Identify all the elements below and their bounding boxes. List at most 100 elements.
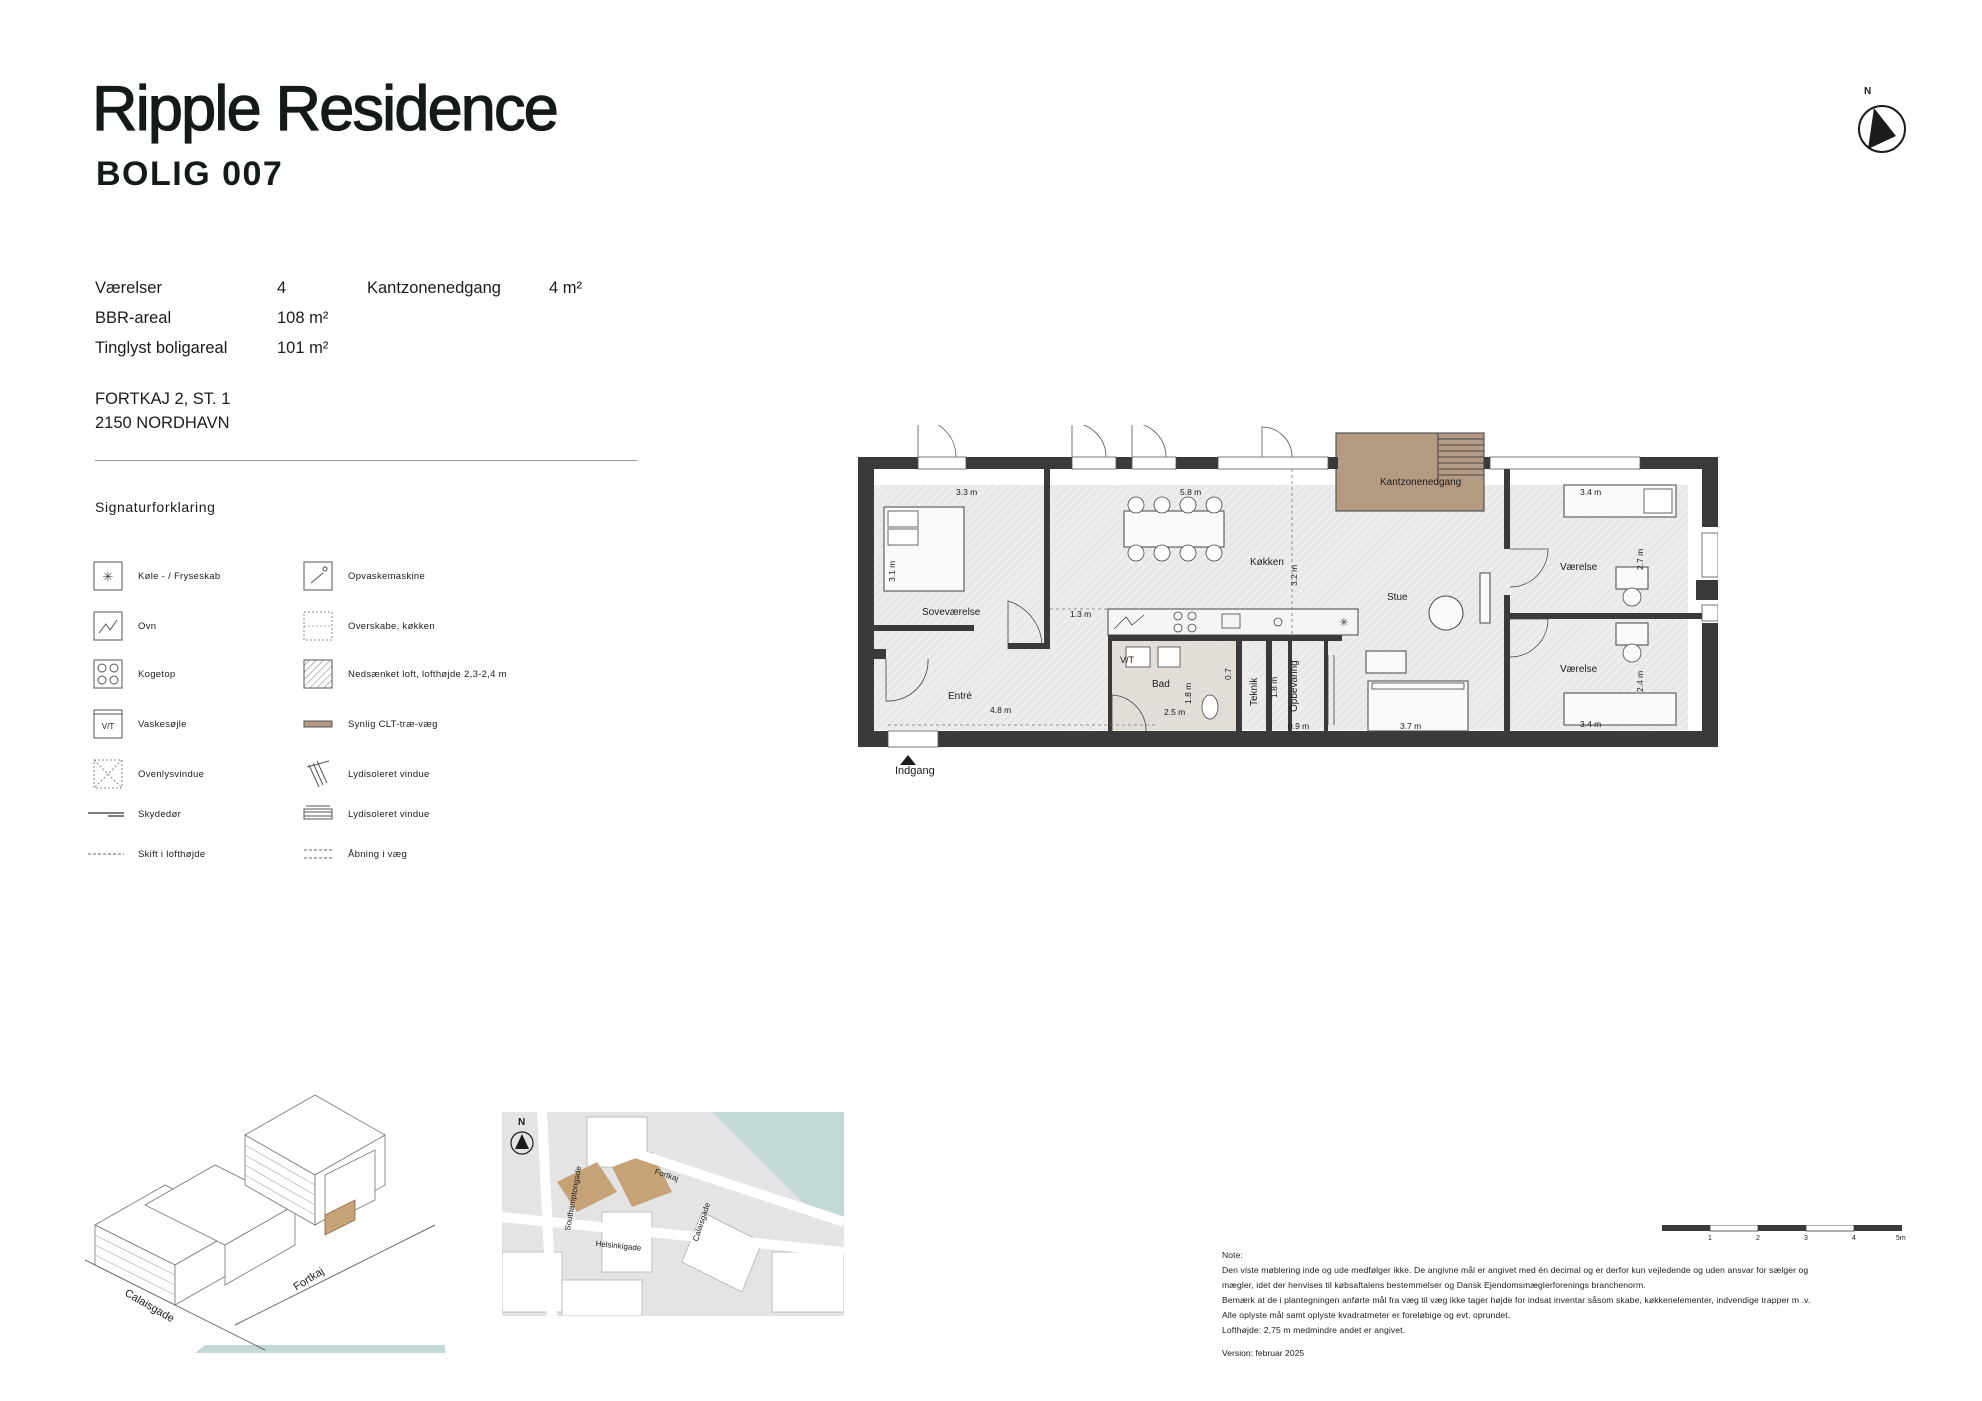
vt-label: V/T (1120, 655, 1135, 665)
oven-icon (92, 610, 124, 642)
kantzone-value: 4 m² (549, 279, 582, 297)
legend-label: Nedsænket loft, lofthøjde 2,3-2,4 m (348, 668, 507, 680)
svg-text:✳: ✳ (1339, 617, 1348, 629)
soundproof-window-2-icon (302, 798, 334, 830)
tinglyst-value: 101 m² (277, 339, 329, 357)
dim-label: 3.4 m (1580, 487, 1602, 497)
legend-label: Åbning i væg (348, 848, 408, 860)
room-label-sovevaerelse: Soveværelse (922, 607, 981, 618)
dim-label: 3.2 m (1289, 564, 1299, 586)
room-label-kantzone: Kantzonenedgang (1380, 477, 1462, 488)
scale-bar (1662, 1225, 1902, 1232)
room-label-teknik: Teknik (1249, 677, 1260, 706)
room-label-entre: Entré (948, 691, 972, 702)
legend-title: Signaturforklaring (95, 499, 216, 515)
sliding-door-icon (88, 798, 124, 830)
room-label-opbevaring: Opbevaring (1289, 660, 1300, 712)
building-axonometric (85, 1094, 445, 1353)
dim-label: 1.3 m (1070, 609, 1092, 619)
dim-label: 2.5 m (1164, 707, 1186, 717)
legend-item-lowered-ceiling: Nedsænket loft, lofthøjde 2,3-2,4 m (302, 658, 507, 690)
vt-text: V/T (101, 721, 115, 731)
scale-tick: 5m (1896, 1235, 1906, 1242)
dim-label: 2.7 m (1635, 548, 1645, 570)
legend-label: Skift i lofthøjde (138, 848, 206, 860)
legend-label: Lydisoleret vindue (348, 808, 430, 820)
washer-dryer-icon: V/T (92, 708, 124, 740)
legend-item-oven: Ovn (92, 610, 156, 642)
kantzone-label: Kantzonenedgang (367, 279, 501, 297)
unit-title: BOLIG 007 (96, 155, 284, 193)
room-label-bad: Bad (1152, 679, 1170, 690)
bbr-value: 108 m² (277, 309, 329, 327)
dim-label: 0.9 m (1288, 721, 1310, 731)
legend-item-soundproof-window-2: Lydisoleret vindue (302, 798, 430, 830)
skylight-icon (92, 758, 124, 790)
project-title: Ripple Residence (91, 74, 559, 144)
scale-tick: 4 (1852, 1235, 1856, 1242)
legend-item-cooktop: Kogetop (92, 658, 176, 690)
notes: Note: Den viste møblering inde og ude me… (1222, 1248, 1810, 1338)
dim-label: 3.4 m (1580, 719, 1602, 729)
svg-text:✳: ✳ (103, 569, 114, 584)
dim-label: 3.7 m (1400, 721, 1422, 731)
legend-label: Opvaskemaskine (348, 570, 426, 582)
room-label-koekken: Køkken (1250, 557, 1284, 568)
dim-label: 3.3 m (956, 487, 978, 497)
rooms-label: Værelser (95, 279, 162, 297)
legend-item-sliding-door: Skydedør (88, 798, 182, 830)
scale-tick: 1 (1708, 1235, 1712, 1242)
tinglyst-label: Tinglyst boligareal (95, 339, 228, 357)
scale-tick: 2 (1756, 1235, 1760, 1242)
legend-item-upper-cabinet: Overskabe, køkken (302, 610, 435, 642)
dim-label: 2.4 m (1635, 670, 1645, 692)
legend-label: Ovenlysvindue (138, 768, 205, 780)
legend-item-washer: V/T Vaskesøjle (92, 708, 187, 740)
notes-line: Lofthøjde: 2,75 m medmindre andet er ang… (1222, 1325, 1406, 1335)
dishwasher-icon (302, 560, 334, 592)
ceiling-height-change-icon (88, 838, 124, 870)
upper-cabinet-icon (302, 610, 334, 642)
dim-label: 5.8 m (1180, 487, 1202, 497)
map-north-label: N (518, 1117, 526, 1128)
rooms-value: 4 (277, 279, 287, 297)
legend-label: Ovn (138, 620, 157, 632)
legend-item-soundproof-window: Lydisoleret vindue (302, 758, 430, 790)
dim-label: 3.1 m (887, 560, 897, 582)
map-north-arrow-icon (510, 1131, 534, 1155)
fridge-freezer-icon: ✳ (92, 560, 124, 592)
legend-label: Lydisoleret vindue (348, 768, 430, 780)
legend-label: Skydedør (138, 808, 182, 820)
scale-tick: 3 (1804, 1235, 1808, 1242)
address: FORTKAJ 2, ST. 1 2150 NORDHAVN (95, 387, 230, 435)
address-line-1: FORTKAJ 2, ST. 1 (95, 390, 231, 408)
address-line-2: 2150 NORDHAVN (95, 414, 230, 432)
soundproof-window-icon (302, 758, 334, 790)
legend-item-clt: Synlig CLT-træ-væg (302, 708, 438, 740)
room-label-stue: Stue (1387, 592, 1408, 603)
clt-wall-icon (302, 708, 334, 740)
floor-plan: ✳ (858, 425, 1718, 765)
room-label-vaerelse-1: Værelse (1560, 562, 1598, 573)
wall-opening-icon (302, 838, 334, 870)
room-label-vaerelse-2: Værelse (1560, 664, 1598, 675)
legend-item-ceiling-change: Skift i lofthøjde (88, 838, 206, 870)
dim-label: 0.7 (1223, 668, 1233, 680)
dim-label: 1.8 m (1269, 676, 1279, 698)
north-arrow-icon (1858, 105, 1906, 153)
cooktop-icon (92, 658, 124, 690)
legend-label: Overskabe, køkken (348, 620, 435, 632)
notes-line: mægler, idet der henvises til købsaftale… (1222, 1280, 1646, 1290)
bbr-label: BBR-areal (95, 309, 172, 327)
entrance-label: Indgang (895, 765, 935, 777)
legend-label: Vaskesøjle (138, 718, 187, 730)
notes-line: Den viste møblering inde og ude medfølge… (1222, 1265, 1809, 1275)
dim-label: 1.8 m (1183, 682, 1193, 704)
divider (95, 460, 637, 461)
version-label: Version: februar 2025 (1222, 1348, 1305, 1358)
legend-label: Køle - / Fryseskab (138, 570, 221, 582)
legend-item-wall-opening: Åbning i væg (302, 838, 407, 870)
legend-label: Kogetop (138, 668, 176, 680)
legend-item-skylight: Ovenlysvindue (92, 758, 204, 790)
site-map (502, 1112, 844, 1316)
